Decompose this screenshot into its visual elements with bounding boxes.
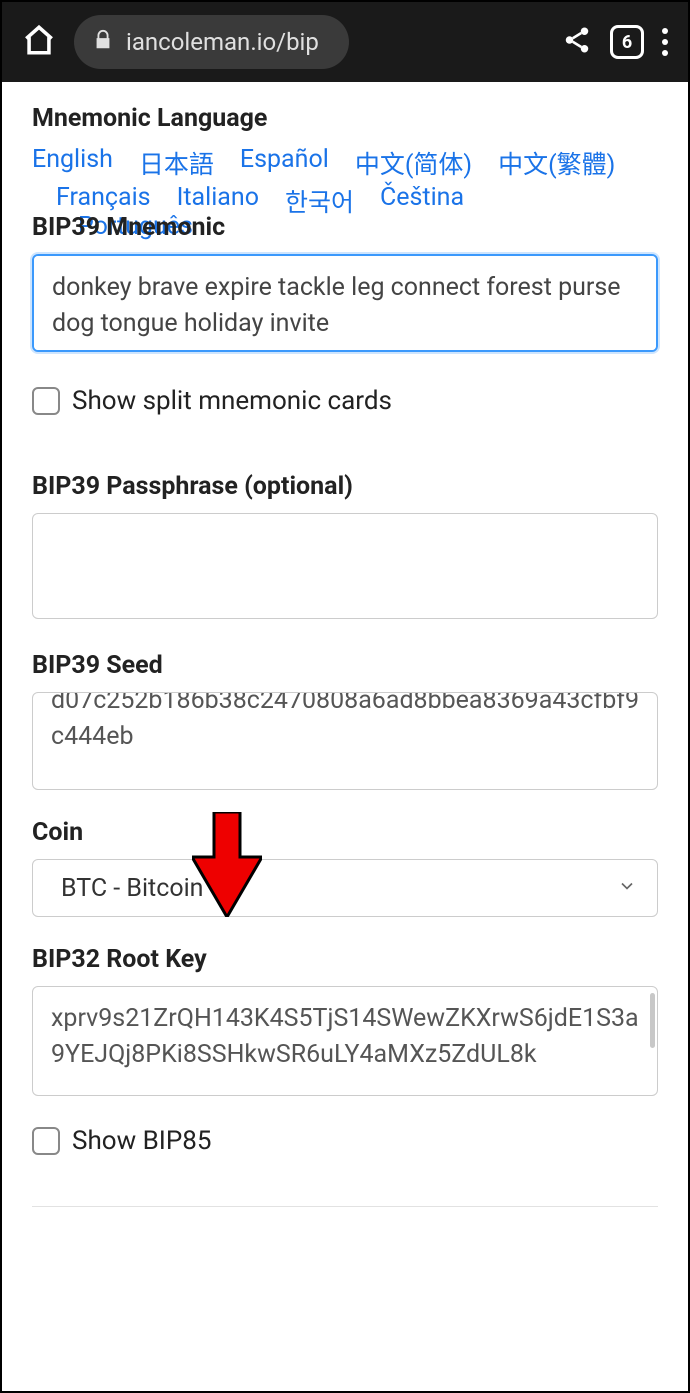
language-list: English 日本語 Español 中文(简体) 中文(繁體) bbox=[32, 145, 658, 181]
rootkey-output[interactable]: xprv9s21ZrQH143K4S5TjS14SWewZKXrwS6jdE1S… bbox=[32, 986, 658, 1096]
seed-value: d07c252b186b38c2470808a6ad8bbea8369a43cf… bbox=[51, 692, 639, 756]
passphrase-input[interactable] bbox=[32, 513, 658, 619]
page-content: Mnemonic Language English 日本語 Español 中文… bbox=[2, 82, 688, 1223]
passphrase-label: BIP39 Passphrase (optional) bbox=[32, 472, 658, 501]
menu-icon[interactable] bbox=[662, 28, 668, 56]
lang-chinese-traditional[interactable]: 中文(繁體) bbox=[498, 145, 615, 181]
bip85-checkbox[interactable] bbox=[32, 1127, 60, 1155]
home-icon[interactable] bbox=[22, 23, 56, 61]
lock-icon bbox=[92, 29, 114, 55]
bip85-row[interactable]: Show BIP85 bbox=[32, 1126, 658, 1156]
seed-output[interactable]: d07c252b186b38c2470808a6ad8bbea8369a43cf… bbox=[32, 692, 658, 790]
bip85-label: Show BIP85 bbox=[72, 1126, 211, 1156]
split-cards-checkbox[interactable] bbox=[32, 387, 60, 415]
chevron-down-icon bbox=[617, 874, 637, 903]
scrollbar-thumb[interactable] bbox=[650, 993, 655, 1048]
lang-chinese-simplified[interactable]: 中文(简体) bbox=[355, 145, 472, 181]
annotation-arrow-icon bbox=[192, 812, 262, 917]
lang-japanese[interactable]: 日本語 bbox=[139, 145, 214, 181]
lang-spanish[interactable]: Español bbox=[240, 145, 329, 181]
browser-top-bar: iancoleman.io/bip 6 bbox=[2, 2, 688, 82]
coin-label: Coin bbox=[32, 818, 658, 847]
split-cards-row[interactable]: Show split mnemonic cards bbox=[32, 386, 658, 416]
coin-select[interactable]: BTC - Bitcoin bbox=[32, 859, 658, 917]
mnemonic-language-label: Mnemonic Language bbox=[32, 104, 658, 133]
tab-count-button[interactable]: 6 bbox=[610, 25, 644, 59]
tab-count-number: 6 bbox=[622, 32, 632, 53]
rootkey-label: BIP32 Root Key bbox=[32, 945, 658, 974]
url-bar[interactable]: iancoleman.io/bip bbox=[74, 15, 349, 69]
lang-english[interactable]: English bbox=[32, 145, 113, 181]
bip39-mnemonic-label: BIP39 Mnemonic bbox=[32, 213, 658, 242]
divider bbox=[32, 1206, 658, 1207]
coin-selected-value: BTC - Bitcoin bbox=[61, 874, 203, 903]
share-icon[interactable] bbox=[562, 25, 592, 59]
split-cards-label: Show split mnemonic cards bbox=[72, 386, 392, 416]
rootkey-value: xprv9s21ZrQH143K4S5TjS14SWewZKXrwS6jdE1S… bbox=[51, 1001, 639, 1074]
mnemonic-input[interactable] bbox=[32, 254, 658, 352]
url-text: iancoleman.io/bip bbox=[126, 28, 319, 56]
seed-label: BIP39 Seed bbox=[32, 651, 658, 680]
